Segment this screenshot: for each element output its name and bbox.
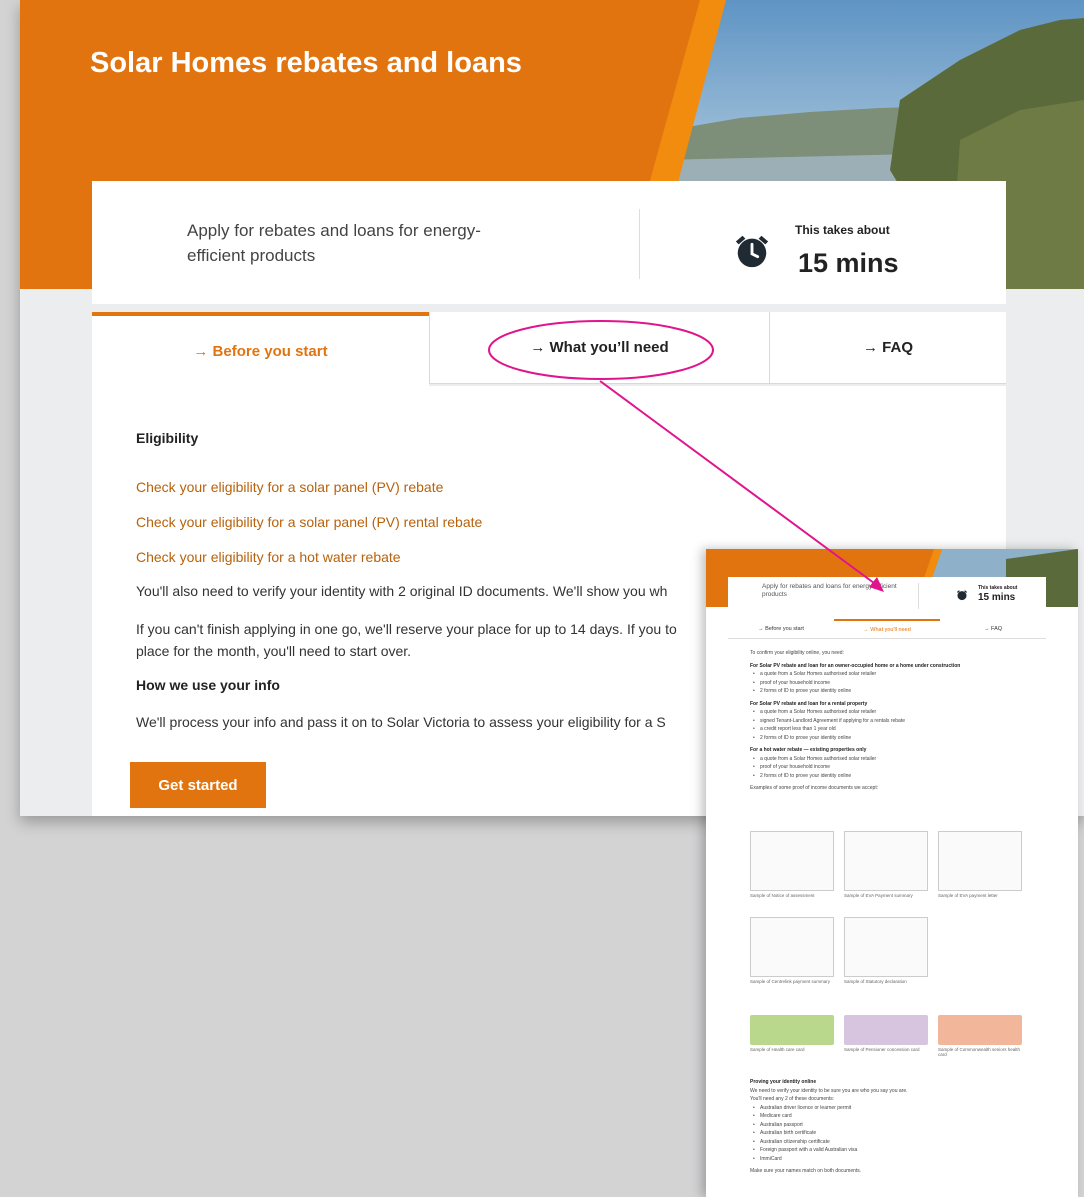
what-youll-need-preview: Apply for rebates and loans for energy-e… — [706, 549, 1078, 1197]
preview-identity-text: Proving your identity online We need to … — [750, 1074, 1070, 1176]
duration-label: This takes about — [795, 223, 890, 237]
alarm-clock-icon — [735, 235, 769, 268]
preview-tab-bar: → Before you start → What you'll need → … — [728, 619, 1046, 639]
info-divider — [639, 209, 640, 279]
preview-doc-samples-row-2: Sample of Centrelink payment summary Sam… — [750, 917, 1050, 984]
tab-faq[interactable]: → FAQ — [769, 312, 1006, 384]
preview-divider — [918, 583, 919, 609]
service-info-box: Apply for rebates and loans for energy-e… — [92, 181, 1006, 304]
preview-info-box: Apply for rebates and loans for energy-e… — [728, 577, 1046, 615]
preview-tab-faq: → FAQ — [983, 625, 1003, 632]
preview-card-samples: Sample of Health care card Sample of Pen… — [750, 1015, 1050, 1057]
service-description: Apply for rebates and loans for energy-e… — [187, 221, 481, 265]
alarm-clock-icon — [956, 590, 968, 601]
seniors-card-image — [938, 1015, 1022, 1045]
link-hot-water-rebate[interactable]: Check your eligibility for a hot water r… — [136, 549, 401, 565]
preview-description: Apply for rebates and loans for energy-e… — [762, 583, 897, 598]
health-care-card-image — [750, 1015, 834, 1045]
sample-doc-thumbnail — [844, 917, 928, 977]
get-started-button[interactable]: Get started — [130, 762, 266, 808]
link-pv-rebate[interactable]: Check your eligibility for a solar panel… — [136, 479, 443, 495]
tab-before-you-start[interactable]: → Before you start — [92, 312, 429, 386]
preview-requirements-text: To confirm your eligibility online, you … — [750, 649, 1070, 793]
sample-doc-thumbnail — [750, 917, 834, 977]
page-title: Solar Homes rebates and loans — [90, 47, 522, 79]
preview-duration-label: This takes about — [978, 585, 1018, 591]
info-use-heading: How we use your info — [136, 677, 280, 693]
pensioner-card-image — [844, 1015, 928, 1045]
tab-bar: → Before you start → What you’ll need → … — [92, 312, 1006, 386]
sample-doc-thumbnail — [844, 831, 928, 891]
tab-what-youll-need[interactable]: → What you’ll need — [429, 312, 769, 384]
preview-duration-value: 15 mins — [978, 592, 1016, 603]
preview-tab-what-youll-need: → What you'll need — [834, 619, 940, 638]
sample-doc-thumbnail — [750, 831, 834, 891]
preview-tab-before-you-start: → Before you start — [758, 625, 804, 632]
duration-value: 15 mins — [798, 248, 899, 278]
link-pv-rental-rebate[interactable]: Check your eligibility for a solar panel… — [136, 514, 482, 530]
eligibility-heading: Eligibility — [136, 430, 199, 446]
sample-doc-thumbnail — [938, 831, 1022, 891]
preview-doc-samples-row-1: Sample of Notice of assessment Sample of… — [750, 831, 1050, 898]
